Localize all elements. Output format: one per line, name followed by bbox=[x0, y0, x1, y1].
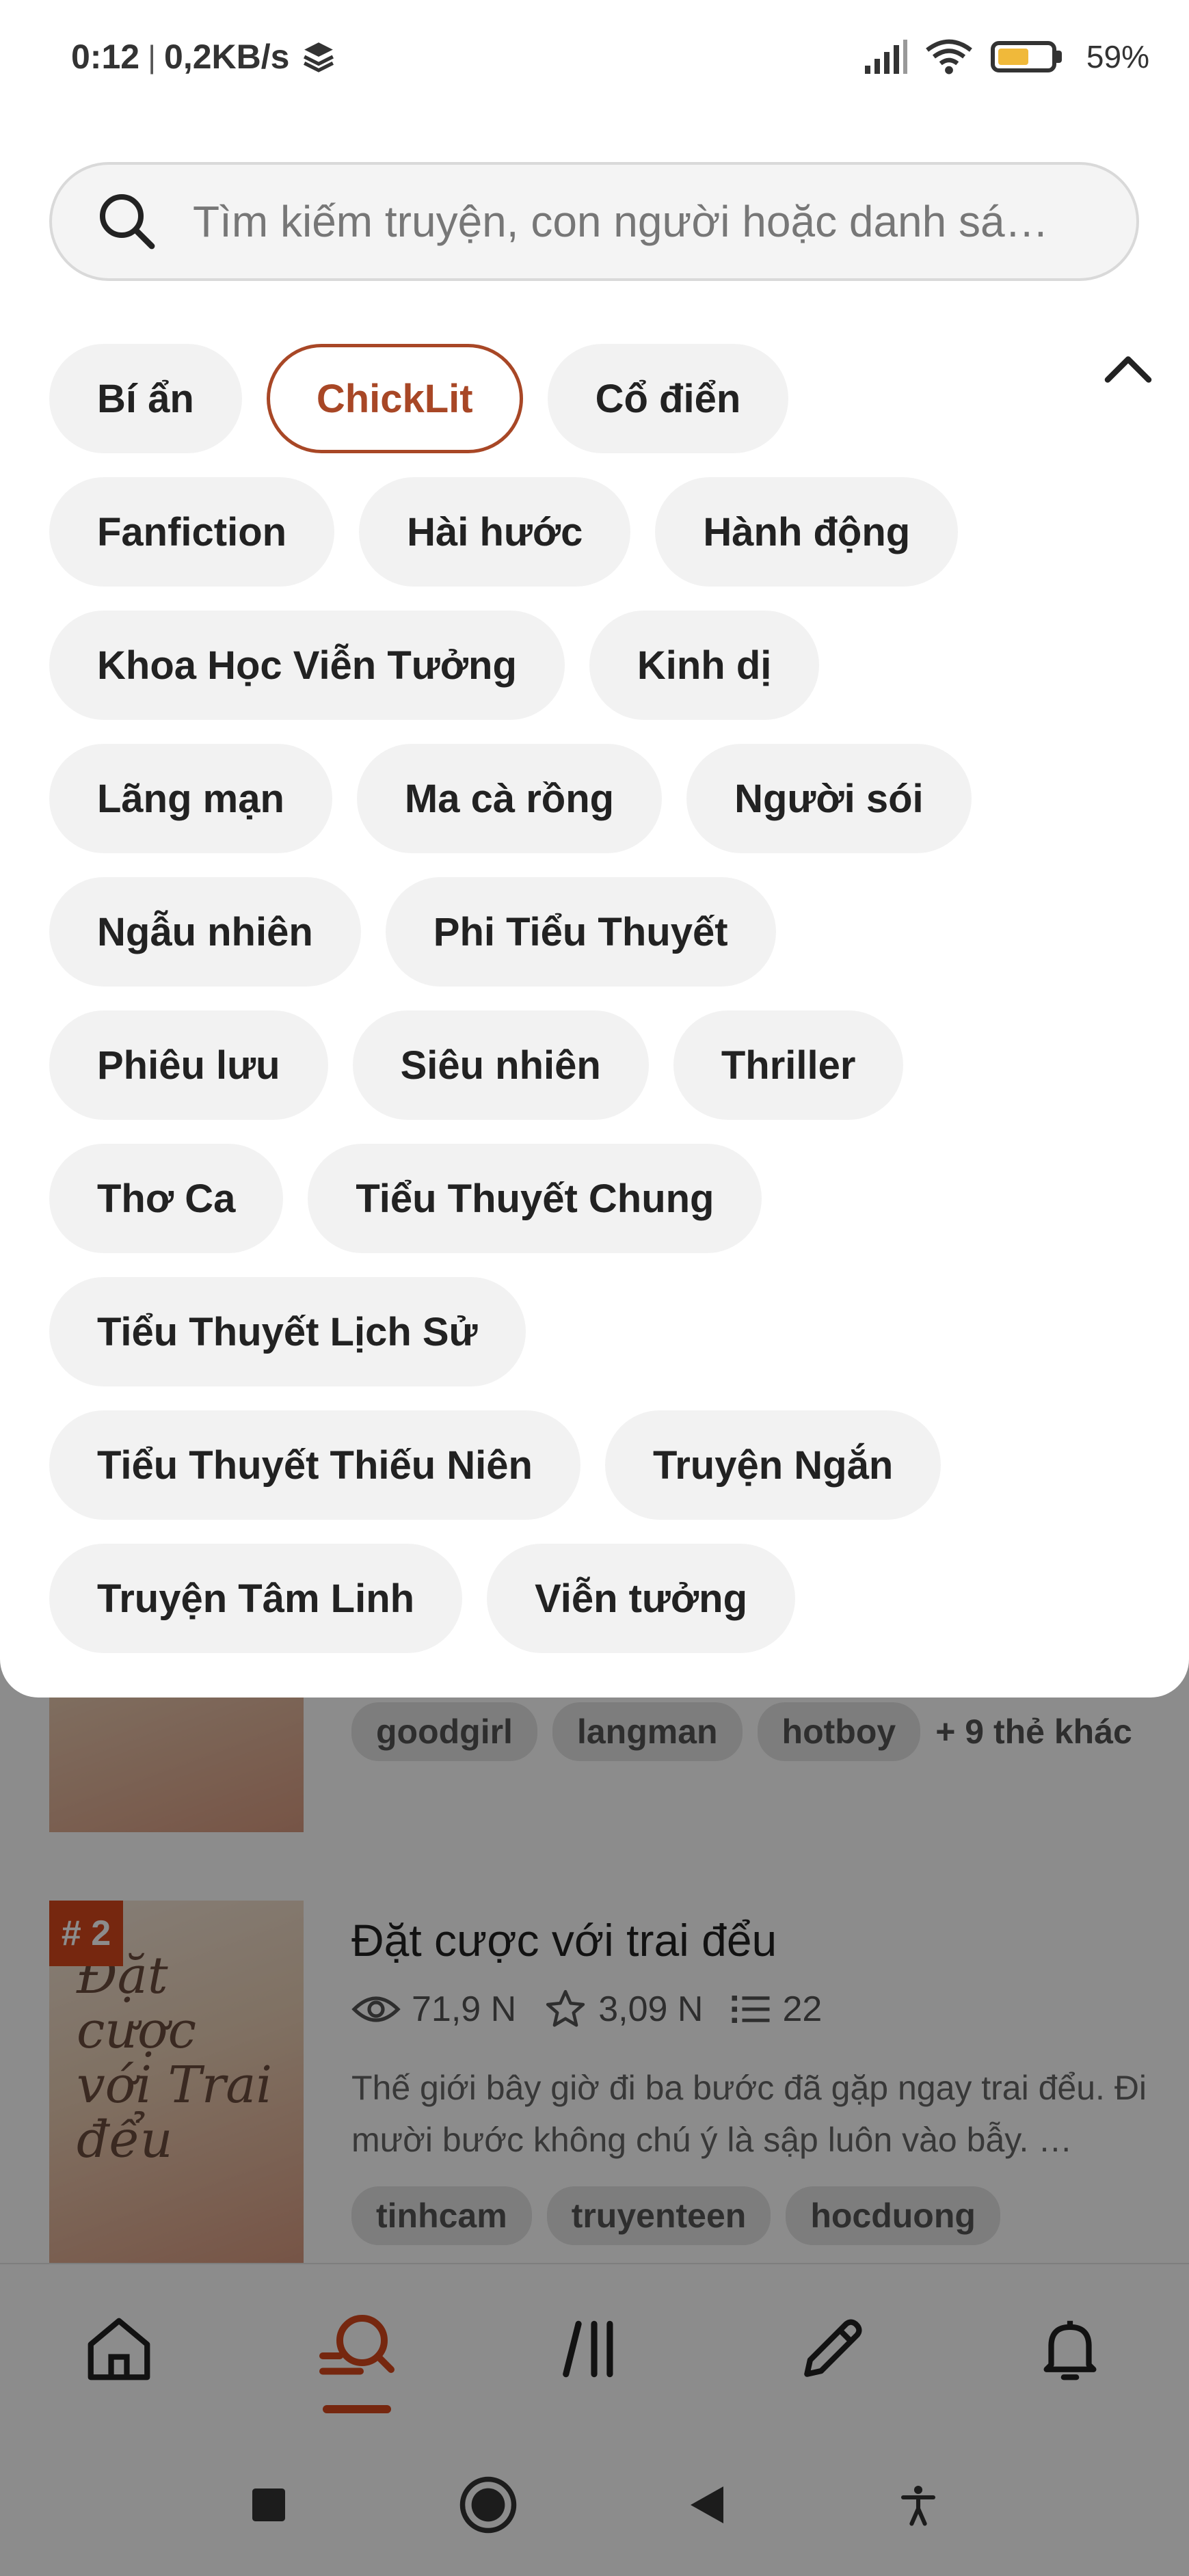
genre-chip[interactable]: Fanfiction bbox=[49, 477, 335, 587]
genre-chip[interactable]: Cổ điển bbox=[547, 344, 789, 453]
signal-icon bbox=[864, 39, 907, 74]
network-speed: 0,2KB/s bbox=[164, 37, 290, 76]
genre-chip[interactable]: Phiêu lưu bbox=[49, 1010, 328, 1120]
search-bar[interactable] bbox=[49, 162, 1139, 281]
genre-chip[interactable]: Thriller bbox=[673, 1010, 904, 1120]
genre-chip[interactable]: Ma cà rồng bbox=[356, 744, 663, 853]
genre-chip[interactable]: Siêu nhiên bbox=[352, 1010, 649, 1120]
genre-chip[interactable]: Người sói bbox=[686, 744, 972, 853]
search-input[interactable] bbox=[193, 196, 1136, 247]
status-separator: | bbox=[148, 38, 157, 75]
search-icon bbox=[100, 194, 155, 250]
genre-chip[interactable]: Ngẫu nhiên bbox=[49, 877, 361, 987]
wifi-icon bbox=[926, 39, 972, 75]
genre-row: Thơ Ca Tiểu Thuyết Chung bbox=[49, 1144, 762, 1253]
genre-row: Ngẫu nhiên Phi Tiểu Thuyết bbox=[49, 877, 776, 987]
genre-row: Fanfiction Hài hước Hành động bbox=[49, 477, 959, 587]
genre-chip[interactable]: Truyện Tâm Linh bbox=[49, 1544, 463, 1653]
genre-row: Tiểu Thuyết Thiếu Niên Truyện Ngắn bbox=[49, 1410, 941, 1520]
genre-filter-sheet: Bí ẩnChickLitCổ điển FanfictionHài hướcHà… bbox=[0, 113, 1189, 1698]
genre-chip[interactable]: Tiểu Thuyết Lịch Sử bbox=[49, 1277, 526, 1386]
genre-row: Lãng mạn Ma cà rồng Người sói bbox=[49, 744, 972, 853]
battery-percent: 59% bbox=[1086, 38, 1149, 75]
status-icons: 59% bbox=[864, 38, 1149, 75]
genre-chip[interactable]: Tiểu Thuyết Thiếu Niên bbox=[49, 1410, 580, 1520]
genre-row: Truyện Tâm Linh Viễn tưởng bbox=[49, 1544, 796, 1653]
status-time: 0:12 bbox=[71, 37, 140, 76]
genre-chip[interactable]: Tiểu Thuyết Chung bbox=[308, 1144, 762, 1253]
genre-chip[interactable]: Bí ẩn bbox=[49, 344, 242, 453]
genre-chip[interactable]: Hành động bbox=[655, 477, 959, 587]
chevron-up-icon[interactable] bbox=[1102, 351, 1154, 385]
genre-chip[interactable]: Hài hước bbox=[359, 477, 631, 587]
genre-chip[interactable]: Phi Tiểu Thuyết bbox=[385, 877, 776, 987]
status-bar: 0:12 | 0,2KB/s 59% bbox=[0, 0, 1189, 113]
genre-row: Tiểu Thuyết Lịch Sử bbox=[49, 1277, 526, 1386]
genre-row: Khoa Học Viễn Tưởng Kinh dị bbox=[49, 611, 820, 720]
genre-row: Bí ẩn ChickLit Cổ điển bbox=[49, 344, 789, 453]
layers-icon bbox=[304, 42, 334, 72]
genre-chip[interactable]: Khoa Học Viễn Tưởng bbox=[49, 611, 565, 720]
genre-chip[interactable]: Viễn tưởng bbox=[487, 1544, 796, 1653]
battery-icon bbox=[990, 40, 1062, 72]
genre-chip-selected[interactable]: ChickLit bbox=[266, 344, 523, 453]
genre-chip[interactable]: Lãng mạn bbox=[49, 744, 332, 853]
genre-chip[interactable]: Thơ Ca bbox=[49, 1144, 284, 1253]
genre-chip[interactable]: Truyện Ngắn bbox=[604, 1410, 941, 1520]
genre-row: Phiêu lưu Siêu nhiên Thriller bbox=[49, 1010, 904, 1120]
genre-chip[interactable]: Kinh dị bbox=[589, 611, 820, 720]
